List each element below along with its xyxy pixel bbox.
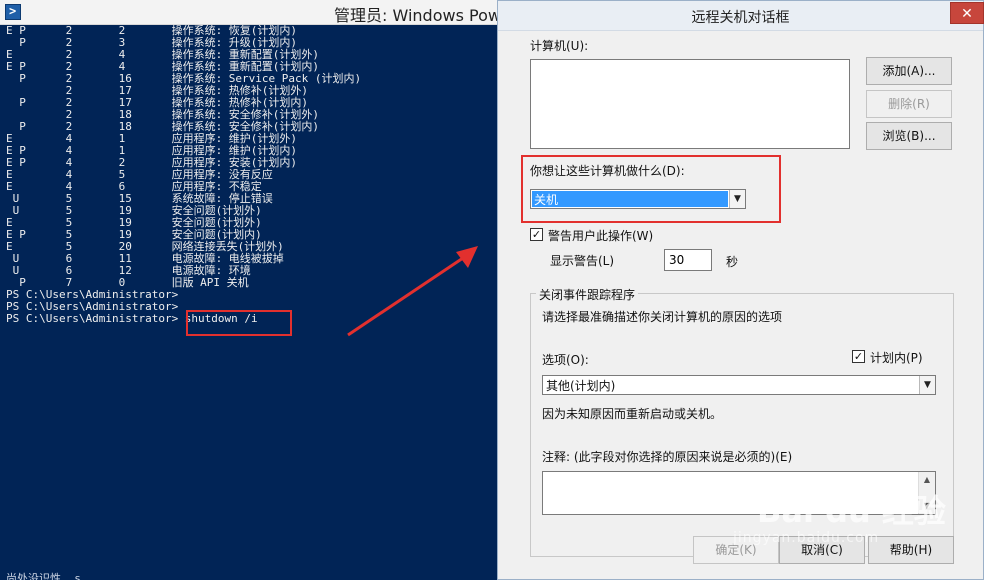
- computers-listbox[interactable]: [530, 59, 850, 149]
- chevron-down-icon[interactable]: ▼: [729, 190, 745, 208]
- warning-seconds-input[interactable]: 30: [664, 249, 712, 271]
- add-button[interactable]: 添加(A)...: [866, 57, 952, 85]
- computers-label: 计算机(U):: [530, 39, 589, 53]
- option-label: 选项(O):: [542, 353, 589, 367]
- powershell-titlebar[interactable]: 管理员: Windows Powe: [0, 0, 500, 25]
- planned-label[interactable]: 计划内(P): [870, 349, 923, 366]
- seconds-unit: 秒: [726, 255, 739, 269]
- option-description: 因为未知原因而重新启动或关机。: [542, 407, 723, 421]
- option-select[interactable]: 其他(计划内) ▼: [542, 375, 936, 395]
- powershell-title: 管理员: Windows Powe: [334, 6, 500, 25]
- tracker-group-label: 关闭事件跟踪程序: [536, 286, 639, 303]
- comment-label: 注释: (此字段对你选择的原因来说是必须的)(E): [542, 450, 793, 464]
- help-button[interactable]: 帮助(H): [868, 536, 954, 564]
- browse-button[interactable]: 浏览(B)...: [866, 122, 952, 150]
- baidu-watermark-url: jingyan.baidu.com: [733, 530, 880, 546]
- warn-label[interactable]: 警告用户此操作(W): [548, 227, 653, 244]
- warn-checkbox[interactable]: ✓: [530, 228, 543, 241]
- dialog-title: 远程关机对话框: [691, 10, 790, 26]
- option-value: 其他(计划内): [546, 379, 616, 393]
- action-label: 你想让这些计算机做什么(D):: [530, 164, 685, 178]
- warning-seconds-value: 30: [669, 253, 685, 267]
- action-selection: [532, 191, 728, 207]
- chevron-down-icon[interactable]: ▼: [919, 376, 935, 394]
- action-select[interactable]: 关机 ▼: [530, 189, 746, 209]
- close-button[interactable]: ✕: [950, 2, 984, 24]
- checkmark-icon: ✓: [853, 350, 864, 363]
- planned-checkbox[interactable]: ✓: [852, 350, 865, 363]
- baidu-watermark: Bai du 经验: [757, 492, 946, 530]
- remove-button[interactable]: 删除(R): [866, 90, 952, 118]
- powershell-icon: [5, 4, 21, 20]
- tracker-instruction: 请选择最准确描述你关闭计算机的原因的选项: [542, 310, 783, 324]
- dialog-titlebar[interactable]: 远程关机对话框 ✕: [498, 1, 984, 31]
- checkmark-icon: ✓: [531, 228, 542, 241]
- command-highlight-box: [186, 310, 292, 336]
- display-warning-label: 显示警告(L): [550, 254, 615, 268]
- close-icon: ✕: [961, 6, 973, 22]
- action-value: 关机: [534, 193, 559, 207]
- console-bottom-fragment: 尚处没识性 .s. .: [6, 572, 101, 580]
- annotation-arrow: [347, 246, 478, 337]
